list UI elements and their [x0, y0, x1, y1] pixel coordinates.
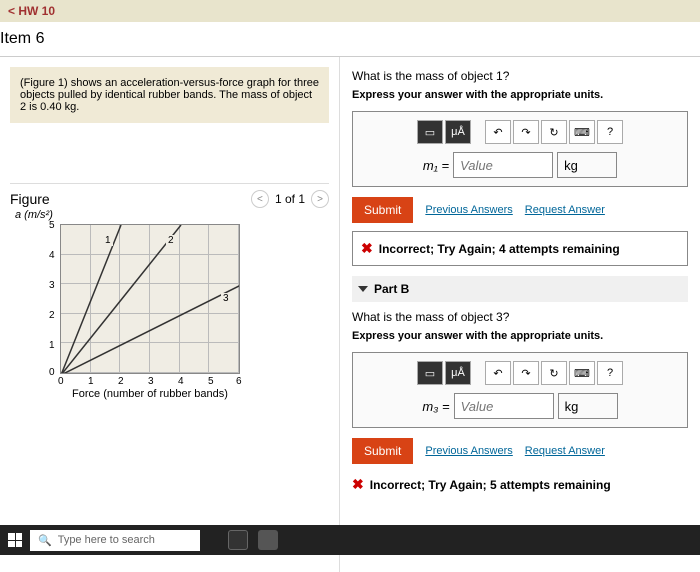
part-b-header[interactable]: Part B [352, 276, 688, 302]
line-label-1: 1 [103, 235, 113, 246]
windows-taskbar: 🔍 Type here to search [0, 525, 700, 555]
undo-button[interactable]: ↶ [485, 120, 511, 144]
line-label-2: 2 [166, 235, 176, 246]
ytick-2: 2 [49, 310, 55, 321]
ytick-3: 3 [49, 280, 55, 291]
part-a-feedback: ✖ Incorrect; Try Again; 4 attempts remai… [352, 231, 688, 266]
left-panel: (Figure 1) shows an acceleration-versus-… [0, 57, 340, 572]
part-b-feedback: ✖ Incorrect; Try Again; 5 attempts remai… [352, 472, 688, 497]
part-b-submit-button[interactable]: Submit [352, 438, 413, 464]
keyboard-button-b[interactable]: ⌨ [569, 361, 595, 385]
x-axis-label: Force (number of rubber bands) [60, 388, 240, 400]
taskbar-search[interactable]: 🔍 Type here to search [30, 530, 200, 551]
part-b-var: m₃ = [422, 399, 449, 414]
part-a-answer-box: ▭ μÅ ↶ ↷ ↻ ⌨ ? m₁ = kg [352, 111, 688, 187]
search-icon: 🔍 [38, 534, 52, 547]
reset-button[interactable]: ↻ [541, 120, 567, 144]
figure-prev-button[interactable]: < [251, 190, 269, 208]
figure-count: 1 of 1 [275, 192, 305, 206]
part-a-submit-button[interactable]: Submit [352, 197, 413, 223]
part-b-request-answer-link[interactable]: Request Answer [525, 445, 605, 457]
problem-statement: (Figure 1) shows an acceleration-versus-… [10, 67, 329, 123]
undo-button-b[interactable]: ↶ [485, 361, 511, 385]
figure-title: Figure [10, 191, 50, 207]
graph-lines [61, 225, 239, 373]
part-b-answer-box: ▭ μÅ ↶ ↷ ↻ ⌨ ? m₃ = kg [352, 352, 688, 428]
ytick-0: 0 [49, 367, 55, 378]
part-b-instruction: Express your answer with the appropriate… [352, 330, 688, 342]
nav-back-link[interactable]: < HW 10 [0, 0, 700, 22]
part-a-prev-answers-link[interactable]: Previous Answers [425, 204, 512, 216]
line-label-3: 3 [221, 293, 231, 304]
xtick-0: 0 [58, 376, 64, 387]
xtick-5: 5 [208, 376, 214, 387]
part-a-feedback-text: Incorrect; Try Again; 4 attempts remaini… [379, 242, 620, 256]
part-a-unit[interactable]: kg [557, 152, 617, 178]
part-a-instruction: Express your answer with the appropriate… [352, 89, 688, 101]
template-button-b[interactable]: ▭ [417, 361, 443, 385]
part-b-value-input[interactable] [454, 393, 554, 419]
part-a-question: What is the mass of object 1? [352, 69, 688, 83]
collapse-icon [358, 286, 368, 292]
part-a-value-input[interactable] [453, 152, 553, 178]
part-b-title: Part B [374, 282, 409, 296]
xtick-2: 2 [118, 376, 124, 387]
graph-figure: a (m/s²) 5 4 3 2 1 0 0 1 2 3 4 [10, 214, 329, 400]
task-icon-2[interactable] [258, 530, 278, 550]
keyboard-button[interactable]: ⌨ [569, 120, 595, 144]
item-title: Item 6 [0, 22, 700, 57]
template-button[interactable]: ▭ [417, 120, 443, 144]
windows-start-icon[interactable] [8, 533, 22, 547]
help-button[interactable]: ? [597, 120, 623, 144]
ytick-1: 1 [49, 340, 55, 351]
part-a-var: m₁ = [423, 158, 449, 173]
units-button-b[interactable]: μÅ [445, 361, 471, 385]
y-axis-label: a (m/s²) [15, 209, 53, 221]
ytick-4: 4 [49, 250, 55, 261]
task-icon-1[interactable] [228, 530, 248, 550]
xtick-3: 3 [148, 376, 154, 387]
part-a-request-answer-link[interactable]: Request Answer [525, 204, 605, 216]
help-button-b[interactable]: ? [597, 361, 623, 385]
incorrect-icon: ✖ [361, 240, 373, 257]
reset-button-b[interactable]: ↻ [541, 361, 567, 385]
part-b-feedback-text: Incorrect; Try Again; 5 attempts remaini… [370, 478, 611, 492]
incorrect-icon-b: ✖ [352, 476, 364, 493]
units-button[interactable]: μÅ [445, 120, 471, 144]
xtick-6: 6 [236, 376, 242, 387]
search-placeholder: Type here to search [58, 534, 155, 546]
xtick-4: 4 [178, 376, 184, 387]
part-b-unit[interactable]: kg [558, 393, 618, 419]
part-b-question: What is the mass of object 3? [352, 310, 688, 324]
xtick-1: 1 [88, 376, 94, 387]
redo-button-b[interactable]: ↷ [513, 361, 539, 385]
figure-next-button[interactable]: > [311, 190, 329, 208]
ytick-5: 5 [49, 220, 55, 231]
right-panel: What is the mass of object 1? Express yo… [340, 57, 700, 572]
redo-button[interactable]: ↷ [513, 120, 539, 144]
part-b-prev-answers-link[interactable]: Previous Answers [425, 445, 512, 457]
